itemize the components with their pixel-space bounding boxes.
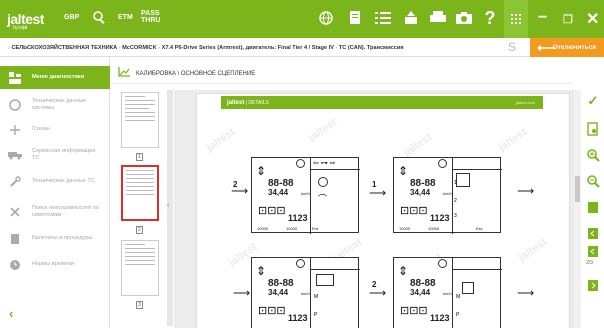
close-icon[interactable]: ✕ <box>586 9 599 29</box>
watermark: jaltest <box>401 130 435 160</box>
thumbnail-number: 2 <box>136 226 143 234</box>
sidebar-item-system-tech-data[interactable]: Технические данные системы <box>0 93 110 116</box>
schematic-icon <box>8 124 22 136</box>
camera-icon[interactable] <box>455 9 473 27</box>
sidebar-item-service-info[interactable]: Сервисная информация ТС <box>0 143 110 166</box>
gauge-icon <box>8 98 22 111</box>
page-thumbnails: 1 2 3 <box>116 90 166 326</box>
diagnostics-icon <box>8 71 22 84</box>
arrow-right-icon: ⟶ <box>231 184 249 198</box>
up-down-arrow-icon: ⇕ <box>256 264 267 278</box>
arrow-right-icon: ⟶ <box>369 286 387 300</box>
page-title: КАЛИБРОВКА \ ОСНОВНОЕ СЦЕПЛЕНИЕ <box>136 71 256 77</box>
gbp-button[interactable]: GBP <box>64 14 79 21</box>
watermark: jaltest <box>516 235 550 265</box>
breadcrumb-item[interactable]: TC (CAN). Трансмиссия <box>339 45 404 51</box>
tractor-icon: ⊡⊡⊡ <box>400 205 428 217</box>
check-icon[interactable]: ✓ <box>586 93 600 108</box>
zoom-out-icon[interactable] <box>586 174 600 188</box>
previous-page-icon[interactable] <box>586 244 600 258</box>
truck-icon <box>8 149 22 161</box>
watermark: jaltest <box>496 125 530 155</box>
page-header: jaltest | DETAILS jaltest.com <box>221 96 543 109</box>
right-toolbar: ✓ 2/3 <box>582 90 604 328</box>
printer-icon[interactable] <box>429 9 447 27</box>
control-panel-diagram: ⇕ 88-88 34,44 km/h ⊡⊡⊡ 1123 10000 10000 … <box>251 157 360 234</box>
sidebar-item-diagnostics-menu[interactable]: Меню диагностики <box>0 66 110 89</box>
sidebar-item-bulletins[interactable]: Билетины и процедуры <box>0 227 110 250</box>
next-page-icon[interactable] <box>586 278 600 292</box>
page-counter: 2/3 <box>586 260 593 266</box>
content-title-bar: КАЛИБРОВКА \ ОСНОВНОЕ СЦЕПЛЕНИЕ <box>112 62 572 84</box>
tractor-icon: ⊡⊡⊡ <box>258 205 286 217</box>
wrench-icon <box>8 175 22 188</box>
clock-icon <box>8 259 22 271</box>
sidebar-item-time-norms[interactable]: Нормы времени <box>0 253 110 276</box>
first-page-icon[interactable] <box>586 226 600 240</box>
book-icon <box>8 233 22 245</box>
arrow-right-icon: ⟶ <box>233 286 251 300</box>
control-panel-diagram: ⇕ 88-88 34,44 km/h ⊡⊡⊡ 1123 M P <box>393 257 502 328</box>
control-panel-diagram: ⇕ 88-88 34,44 km/h ⊡⊡⊡ 1123 M P <box>251 257 360 328</box>
up-down-arrow-icon: ⇕ <box>256 164 267 178</box>
arrow-right-icon: ⟶ <box>369 186 387 200</box>
vertical-scrollbar[interactable] <box>574 90 581 328</box>
watermark: jaltest <box>306 115 340 145</box>
top-bar: jaltest by cojali GBP ETM PASS THRU ? − … <box>0 0 604 38</box>
panel-splitter[interactable]: ‹ <box>167 90 173 326</box>
pass-thru-button[interactable]: PASS THRU <box>141 10 160 24</box>
apps-grid-button[interactable] <box>504 0 528 38</box>
breadcrumb-item[interactable]: McCORMICK <box>122 45 157 51</box>
vehicle-search-icon[interactable] <box>91 9 109 27</box>
restore-icon[interactable]: ❐ <box>563 13 573 26</box>
fit-page-icon[interactable] <box>586 200 600 214</box>
document-page: jaltest | DETAILS jaltest.com jaltest ja… <box>196 93 570 328</box>
disconnect-button[interactable]: ⟵ Отключиться <box>530 38 604 57</box>
document-viewer: jaltest | DETAILS jaltest.com jaltest ja… <box>174 90 574 328</box>
zoom-in-icon[interactable] <box>586 148 600 162</box>
minimize-icon[interactable]: − <box>538 9 547 27</box>
etm-button[interactable]: ETM <box>118 14 133 21</box>
tools-icon <box>8 206 22 218</box>
document-search-icon[interactable] <box>586 122 600 136</box>
watermark: jaltest <box>204 125 238 155</box>
thumbnail-number: 3 <box>136 301 143 309</box>
thumbnail-page[interactable] <box>121 92 159 148</box>
list-icon[interactable] <box>374 9 392 27</box>
sidebar-item-symptom-search[interactable]: Поиск неисправностей по симптомам <box>0 200 110 223</box>
upload-icon[interactable] <box>402 9 420 27</box>
help-icon[interactable]: ? <box>481 8 499 28</box>
arrow-left-icon: ⟵ <box>537 40 556 55</box>
chart-icon <box>118 67 130 79</box>
thumbnail-page[interactable] <box>121 240 159 296</box>
globe-icon[interactable] <box>317 9 335 27</box>
breadcrumb-item[interactable]: СЕЛЬСКОХОЗЯЙСТВЕННАЯ ТЕХНИКА <box>11 45 117 51</box>
sidebar-item-vehicle-tech-data[interactable]: Технические данные ТС <box>0 170 110 193</box>
arrow-right-icon: ⟶ <box>517 286 535 300</box>
sidebar-item-diagrams[interactable]: Схемы <box>0 118 110 141</box>
sidebar: Меню диагностики Технические данные сист… <box>0 57 110 328</box>
control-panel-diagram: ⇕ 88-88 34,44 km/h ⊡⊡⊡ 1123 10000 10000 … <box>393 157 502 234</box>
breadcrumb-item[interactable]: X7.4 P6-Drive Series (Armrest), двигател… <box>162 45 334 51</box>
up-down-arrow-icon: ⇕ <box>398 164 409 178</box>
back-arrow-icon[interactable]: ‹ <box>9 306 13 321</box>
document-icon[interactable] <box>346 9 364 27</box>
connection-icon: S <box>508 40 517 54</box>
tractor-icon: ⊡⊡⊡ <box>258 305 286 317</box>
up-down-arrow-icon: ⇕ <box>398 264 409 278</box>
thumbnail-page-selected[interactable] <box>121 165 159 221</box>
brush-icon: ⌒ <box>318 194 328 204</box>
arrow-right-icon: ⟶ <box>517 184 535 198</box>
arrows-lr-icon: ⇦ ⊶ ⇨ <box>313 160 336 167</box>
thumbnail-number: 1 <box>136 153 143 161</box>
tractor-icon: ⊡⊡⊡ <box>400 305 428 317</box>
jaltest-logo: jaltest by cojali <box>7 11 44 31</box>
scrollbar-thumb[interactable] <box>575 176 580 202</box>
